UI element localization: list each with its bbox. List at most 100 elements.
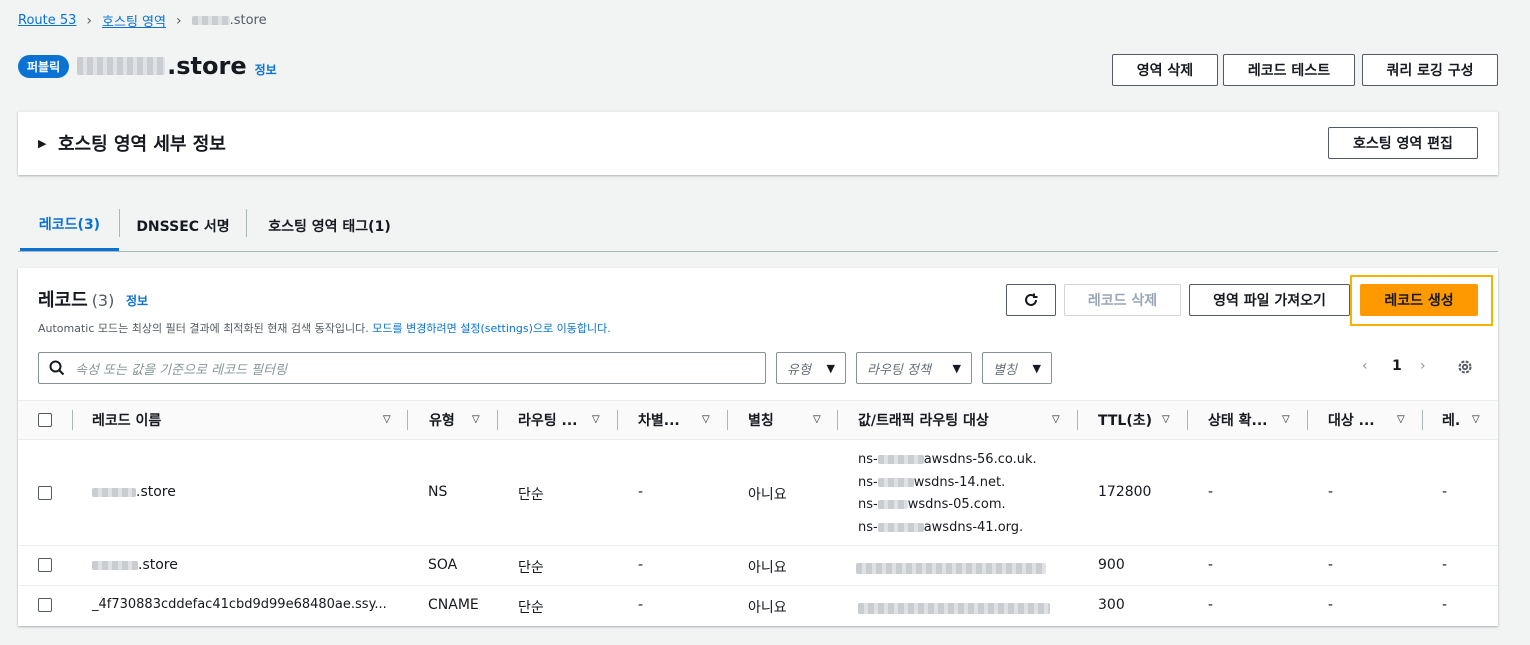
column-divider <box>72 410 73 430</box>
column-divider <box>407 410 408 430</box>
alias-filter-select[interactable]: 별칭 ▼ <box>982 352 1052 384</box>
tab-bar: 레코드(3) DNSSEC 서명 호스팅 영역 태그(1) <box>18 200 1498 252</box>
routing-filter-select[interactable]: 라우팅 정책 ▼ <box>856 352 972 384</box>
sort-icon[interactable]: ▽ <box>592 414 600 425</box>
col-target[interactable]: 대상 ... <box>1328 401 1375 439</box>
page-number[interactable]: 1 <box>1392 358 1402 374</box>
breadcrumb-current: .store <box>191 13 267 28</box>
record-differentiator: - <box>638 484 644 500</box>
breadcrumb-hosted-zones[interactable]: 호스팅 영역 <box>102 11 166 30</box>
records-title: 레코드 (3) <box>38 286 114 312</box>
sort-icon[interactable]: ▽ <box>702 414 710 425</box>
col-routing[interactable]: 라우팅 ... <box>518 401 577 439</box>
table-row[interactable]: _4f730883cddefac41cbd9d99e68480ae.ssy...… <box>18 586 1498 626</box>
col-differentiator[interactable]: 차별... <box>638 401 680 439</box>
row-checkbox[interactable] <box>38 598 52 612</box>
test-record-button[interactable]: 레코드 테스트 <box>1223 54 1355 86</box>
import-zone-file-button[interactable]: 영역 파일 가져오기 <box>1189 284 1350 316</box>
record-target: - <box>1328 484 1334 500</box>
col-type[interactable]: 유형 <box>429 401 455 439</box>
page-title: .store <box>77 52 247 80</box>
col-alias[interactable]: 별칭 <box>748 401 774 439</box>
sort-icon[interactable]: ▽ <box>472 414 480 425</box>
delete-record-button[interactable]: 레코드 삭제 <box>1064 284 1181 316</box>
value-suffix: wsdns-05.com. <box>907 497 1006 512</box>
redacted-block <box>92 487 136 497</box>
value-line: ns-wsdns-05.com. <box>858 494 1037 517</box>
select-all-checkbox[interactable] <box>38 413 52 427</box>
table-row[interactable]: .store NS 단순 - 아니요 ns-awsdns-56.co.uk. n… <box>18 440 1498 546</box>
record-routing: 단순 <box>518 560 544 576</box>
gear-icon[interactable] <box>1456 358 1474 376</box>
sort-icon[interactable]: ▽ <box>1162 414 1170 425</box>
record-value <box>856 560 1046 576</box>
info-link[interactable]: 정보 <box>255 61 277 78</box>
create-record-button[interactable]: 레코드 생성 <box>1360 284 1478 316</box>
page-title-label: .store <box>167 52 247 80</box>
type-filter-label: 유형 <box>787 362 811 378</box>
details-title[interactable]: 호스팅 영역 세부 정보 <box>58 130 226 156</box>
sort-icon[interactable]: ▽ <box>1282 414 1290 425</box>
type-filter-select[interactable]: 유형 ▼ <box>776 352 846 384</box>
col-value[interactable]: 값/트래픽 라우팅 대상 <box>858 401 989 439</box>
sort-icon[interactable]: ▽ <box>1052 414 1060 425</box>
record-last: - <box>1442 597 1448 613</box>
value-prefix: ns- <box>858 519 878 535</box>
caret-down-icon: ▼ <box>1032 361 1041 375</box>
redacted-block <box>77 57 166 75</box>
record-last: - <box>1442 484 1448 500</box>
row-checkbox[interactable] <box>38 558 52 572</box>
edit-hosted-zone-button[interactable]: 호스팅 영역 편집 <box>1328 127 1478 159</box>
table-row[interactable]: .store SOA 단순 - 아니요 900 - - - <box>18 546 1498 586</box>
record-health: - <box>1208 484 1214 500</box>
record-value <box>858 600 1050 616</box>
tab-tags[interactable]: 호스팅 영역 태그(1) <box>247 200 412 251</box>
value-suffix: awsdns-56.co.uk. <box>923 452 1037 467</box>
sort-icon[interactable]: ▽ <box>1397 414 1405 425</box>
column-divider <box>837 410 838 430</box>
redacted-block <box>877 455 924 464</box>
breadcrumb: Route 53 › 호스팅 영역 › .store <box>18 11 267 31</box>
next-page-icon[interactable]: › <box>1420 358 1426 374</box>
sort-icon[interactable]: ▽ <box>813 414 821 425</box>
value-prefix: ns- <box>858 452 878 467</box>
refresh-button[interactable] <box>1006 284 1056 316</box>
column-divider <box>617 410 618 430</box>
record-last: - <box>1442 557 1448 573</box>
search-icon <box>49 360 65 376</box>
records-search-input[interactable]: 속성 또는 값을 기준으로 레코드 필터링 <box>38 352 766 384</box>
chevron-right-icon: › <box>86 12 93 29</box>
records-info-link[interactable]: 정보 <box>126 292 148 309</box>
sort-icon[interactable]: ▽ <box>1472 414 1480 425</box>
record-name[interactable]: .store <box>92 484 176 500</box>
search-placeholder: 속성 또는 값을 기준으로 레코드 필터링 <box>75 362 288 378</box>
column-divider <box>727 410 728 430</box>
breadcrumb-route53[interactable]: Route 53 <box>18 13 76 28</box>
col-last[interactable]: 레. <box>1442 401 1460 439</box>
query-logging-button[interactable]: 쿼리 로깅 구성 <box>1362 54 1498 86</box>
col-record-name[interactable]: 레코드 이름 <box>92 401 161 439</box>
caret-right-icon[interactable]: ▶ <box>38 137 46 150</box>
delete-zone-button[interactable]: 영역 삭제 <box>1112 54 1218 86</box>
breadcrumb-current-label: .store <box>229 13 267 28</box>
column-divider <box>1077 410 1078 430</box>
record-name[interactable]: .store <box>92 557 178 573</box>
record-ttl: 900 <box>1098 557 1125 573</box>
caret-down-icon: ▼ <box>826 361 835 375</box>
record-target: - <box>1328 557 1334 573</box>
settings-link[interactable]: 모드를 변경하려면 설정(settings)으로 이동합니다. <box>372 322 610 335</box>
value-line: ns-wsdns-14.net. <box>858 472 1037 495</box>
col-ttl[interactable]: TTL(초) <box>1098 401 1152 439</box>
tab-dnssec[interactable]: DNSSEC 서명 <box>120 200 246 251</box>
row-checkbox[interactable] <box>38 486 52 500</box>
value-suffix: wsdns-14.net. <box>913 474 1006 490</box>
record-name[interactable]: _4f730883cddefac41cbd9d99e68480ae.ssy... <box>92 597 387 612</box>
sort-icon[interactable]: ▽ <box>383 414 391 425</box>
record-differentiator: - <box>638 557 644 573</box>
redacted-block <box>858 602 1050 614</box>
prev-page-icon[interactable]: ‹ <box>1362 358 1368 374</box>
page-header: 퍼블릭 .store 정보 <box>18 52 277 80</box>
routing-filter-label: 라우팅 정책 <box>867 362 931 378</box>
col-health[interactable]: 상태 확... <box>1208 401 1267 439</box>
tab-records[interactable]: 레코드(3) <box>20 200 119 251</box>
